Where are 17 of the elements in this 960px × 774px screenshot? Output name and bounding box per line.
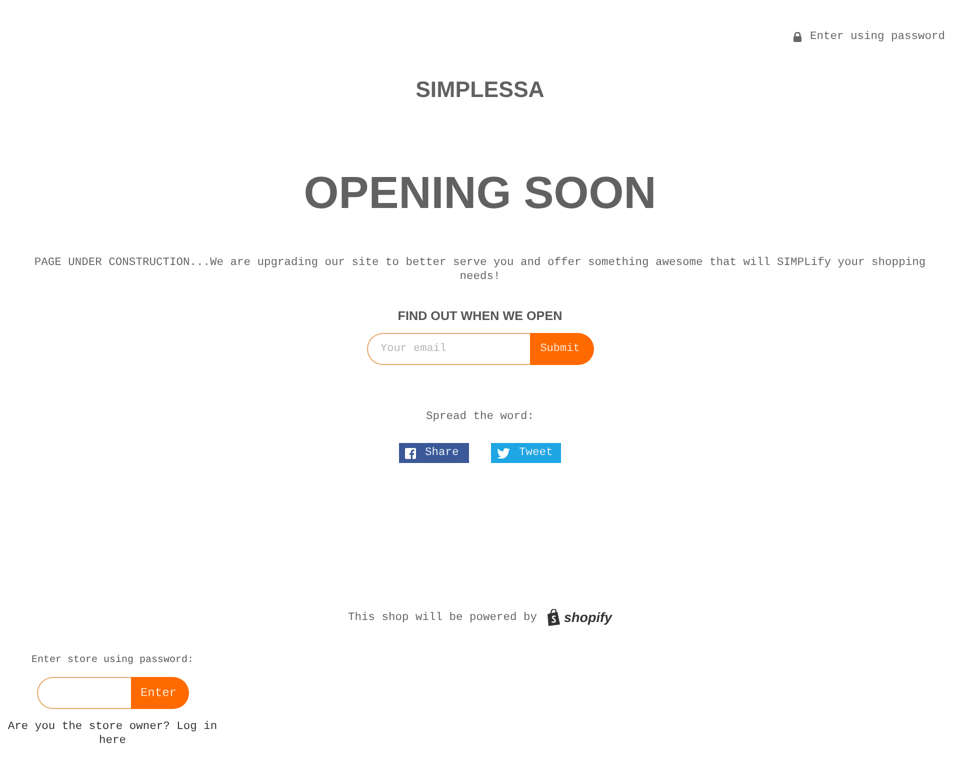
email-field[interactable]: Your email: [366, 333, 530, 365]
password-field[interactable]: [36, 677, 130, 709]
construction-message: PAGE UNDER CONSTRUCTION...We are upgrading our site to better serve you and offer something awesome that will SIMPLify your shopping needs!: [33, 256, 927, 284]
share-button[interactable]: Share: [399, 443, 469, 463]
signup-heading: FIND OUT WHEN WE OPEN: [398, 308, 562, 324]
shopping-bag-icon: [547, 609, 562, 626]
bird-icon: [497, 448, 510, 458]
store-name: SIMPLESSA: [416, 76, 544, 104]
powered-by-text: This shop will be powered by: [348, 610, 537, 626]
store-owner-login-text: Are you the store owner? Log in here: [6, 720, 218, 748]
facebook-icon: [405, 448, 416, 458]
lock-icon: [792, 32, 802, 42]
opening-soon-heading: OPENING SOON: [304, 167, 656, 219]
shopify-logo[interactable]: shopify: [547, 609, 612, 626]
password-label: Enter store using password:: [31, 654, 194, 668]
enter-password-link[interactable]: Enter using password: [792, 29, 945, 45]
spread-the-word-label: Spread the word:: [426, 410, 534, 425]
